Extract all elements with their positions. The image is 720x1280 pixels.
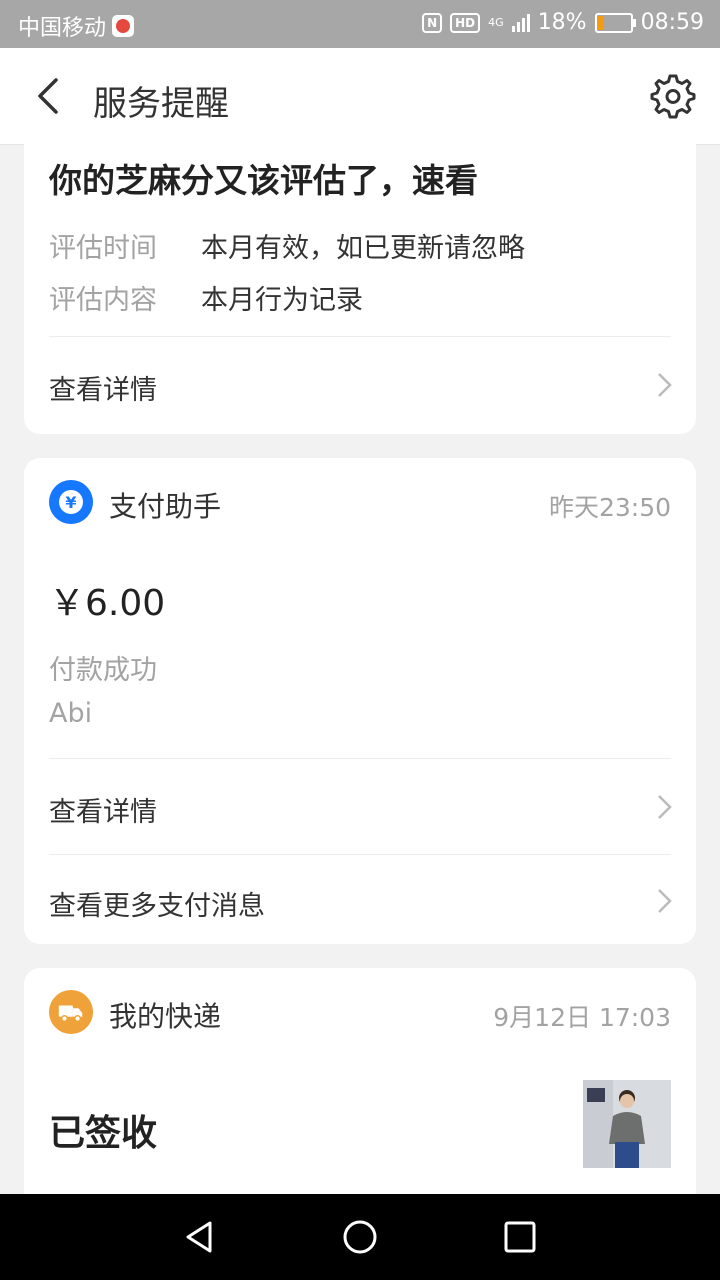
zhima-card: 你的芝麻分又该评估了，速看 评估时间 本月有效，如已更新请忽略 评估内容 本月行… [24, 130, 696, 434]
payment-card: ¥ 支付助手 昨天23:50 ￥6.00 付款成功 Abi 查看详情 查看更多支… [24, 458, 696, 944]
card-title: 你的芝麻分又该评估了，速看 [49, 161, 478, 200]
sender-name: 我的快递 [109, 1000, 222, 1033]
gear-icon[interactable] [648, 72, 696, 120]
back-arrow-icon[interactable] [28, 74, 72, 118]
product-thumbnail [583, 1080, 671, 1168]
payment-status: 付款成功 [49, 655, 157, 686]
battery-icon [594, 12, 636, 33]
clock: 08:59 [640, 10, 704, 35]
back-triangle-icon[interactable] [178, 1215, 222, 1259]
row-label: 评估时间 [49, 233, 157, 264]
home-circle-icon[interactable] [338, 1215, 382, 1259]
carrier-name: 中国移动 [18, 16, 107, 41]
view-details-link[interactable]: 查看详情 [24, 340, 696, 430]
network-type: 4G [488, 16, 504, 29]
carrier-group: 中国移动 [18, 10, 135, 42]
svg-text:¥: ¥ [65, 493, 76, 512]
app-notification-icon [112, 15, 135, 37]
link-label: 查看详情 [49, 375, 157, 406]
message-time: 昨天23:50 [548, 493, 671, 522]
recent-square-icon[interactable] [498, 1215, 542, 1259]
message-time: 9月12日 17:03 [493, 1003, 671, 1032]
divider [49, 758, 671, 759]
divider [49, 336, 671, 337]
row-label: 评估内容 [49, 285, 157, 316]
hd-icon: HD [450, 12, 481, 33]
battery-percent: 18% [537, 10, 587, 35]
system-nav-bar [0, 1194, 720, 1280]
more-payment-messages-link[interactable]: 查看更多支付消息 [24, 856, 696, 946]
nfc-icon: N [422, 12, 443, 33]
link-label: 查看详情 [49, 797, 157, 828]
delivery-status: 已签收 [49, 1113, 158, 1154]
express-card[interactable]: 我的快递 9月12日 17:03 已签收 [24, 968, 696, 1208]
payment-amount: ￥6.00 [49, 583, 166, 624]
status-bar: 中国移动 N HD 4G 18% 08:59 [0, 0, 720, 48]
merchant-name: Abi [49, 698, 93, 729]
status-right: N HD 4G 18% 08:59 [422, 10, 704, 35]
sender-name: 支付助手 [109, 490, 222, 523]
row-value: 本月行为记录 [201, 285, 363, 316]
link-label: 查看更多支付消息 [49, 891, 265, 922]
yen-icon: ¥ [49, 480, 93, 524]
truck-icon [49, 990, 93, 1034]
page-title: 服务提醒 [93, 84, 229, 124]
signal-icon [511, 13, 530, 32]
chevron-right-icon [658, 795, 672, 819]
row-value: 本月有效，如已更新请忽略 [201, 233, 525, 264]
divider [49, 854, 671, 855]
chevron-right-icon [658, 889, 672, 913]
chevron-right-icon [658, 373, 672, 397]
view-details-link[interactable]: 查看详情 [24, 762, 696, 852]
